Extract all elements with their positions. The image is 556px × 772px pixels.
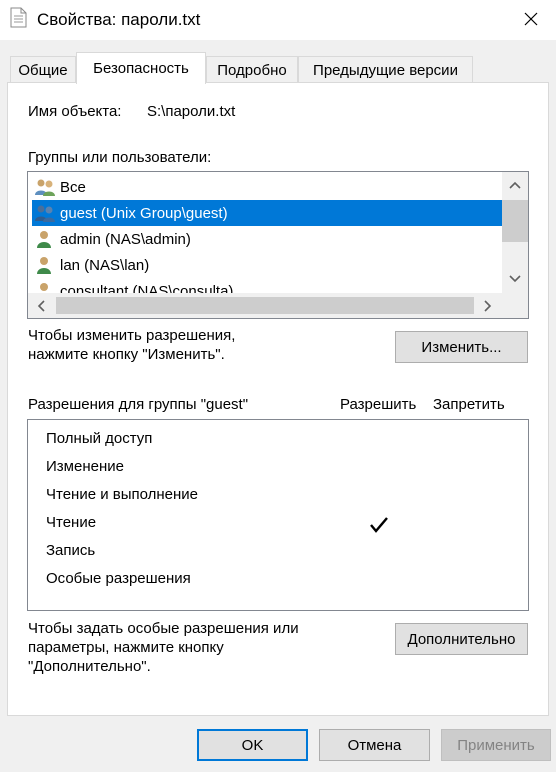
tab-general[interactable]: Общие [10,56,76,83]
text-file-icon [10,7,27,28]
list-item-lan[interactable]: lan (NAS\lan) [34,252,502,278]
user-icon [37,257,51,274]
group-icon [35,205,55,222]
permission-row: Полный доступ [46,430,153,447]
permission-row: Особые разрешения [46,570,191,587]
chevron-right-icon[interactable] [483,299,493,313]
permission-row: Изменение [46,458,124,475]
tab-previous-versions[interactable]: Предыдущие версии [298,56,473,83]
advanced-button[interactable]: Дополнительно [395,623,528,655]
cancel-button[interactable]: Отмена [319,729,430,761]
window-title: Свойства: пароли.txt [37,10,201,29]
list-item-everyone[interactable]: Все [34,174,502,200]
allow-read-checkmark-icon [370,517,388,533]
change-button[interactable]: Изменить... [395,331,528,363]
list-item-label: guest (Unix Group\guest) [60,204,228,222]
tab-security[interactable]: Безопасность [76,52,206,84]
list-item-label: lan (NAS\lan) [60,256,150,274]
chevron-down-icon[interactable] [508,274,522,284]
vertical-scroll-thumb[interactable] [502,200,528,242]
permissions-label: Разрешения для группы "guest" [28,396,249,413]
allow-column-header: Разрешить [340,396,417,413]
scroll-corner [502,293,528,318]
permission-row: Запись [46,542,96,559]
tab-details[interactable]: Подробно [206,56,298,83]
deny-column-header: Запретить [433,396,505,413]
change-hint: Чтобы изменить разрешения, нажмите кнопк… [28,327,236,363]
horizontal-scroll-thumb[interactable] [56,297,474,314]
list-item-guest[interactable]: guest (Unix Group\guest) [32,200,502,226]
chevron-left-icon[interactable] [36,299,46,313]
close-button[interactable] [514,4,548,34]
apply-button[interactable]: Применить [441,729,551,761]
chevron-up-icon[interactable] [508,180,522,190]
permission-row: Чтение [46,514,97,531]
permissions-list: Полный доступ Изменение Чтение и выполне… [27,419,529,611]
users-list[interactable]: Все guest (Unix Group\guest) admin (NAS\… [27,171,529,319]
list-item-label: Все [60,178,86,196]
user-icon [37,231,51,248]
close-icon [524,12,538,26]
groups-label: Группы или пользователи: [28,149,212,166]
group-icon [35,179,55,196]
list-item-label: admin (NAS\admin) [60,230,191,248]
object-name-label: Имя объекта: [28,103,122,120]
ok-button[interactable]: OK [197,729,308,761]
list-item-admin[interactable]: admin (NAS\admin) [34,226,502,252]
permission-row: Чтение и выполнение [46,486,199,503]
advanced-hint: Чтобы задать особые разрешения или парам… [28,620,299,675]
object-name-value: S:\пароли.txt [147,103,236,120]
